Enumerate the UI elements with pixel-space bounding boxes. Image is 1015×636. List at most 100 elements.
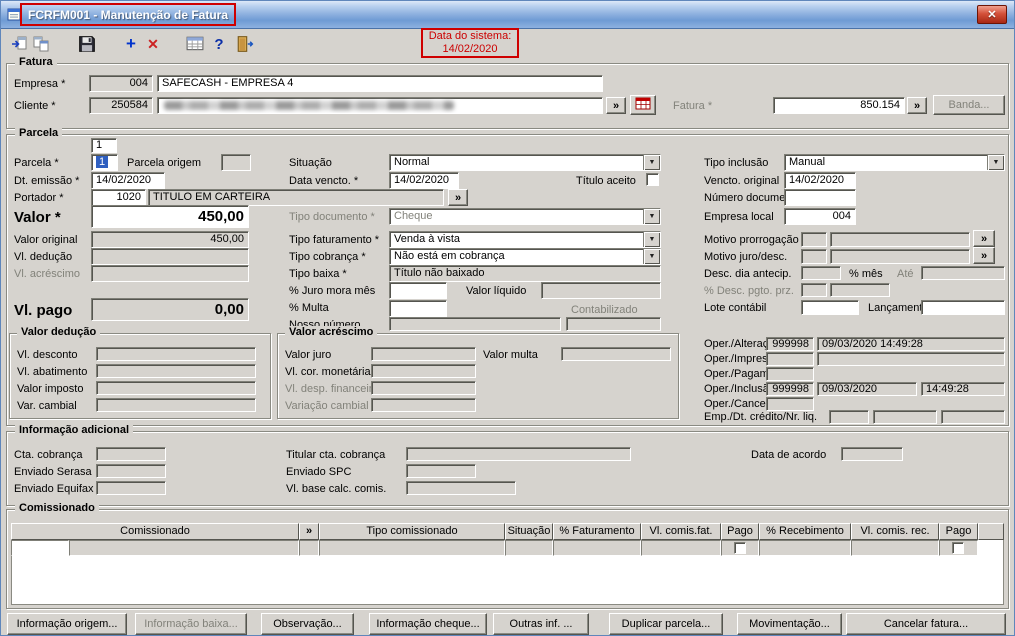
informacao-cheque-button[interactable]: Informação cheque...: [369, 613, 487, 635]
grid-row-edit-cell[interactable]: [11, 540, 69, 556]
parcela-legend: Parcela: [15, 127, 63, 140]
data-acordo-field: [841, 447, 903, 461]
vl-pago-label: Vl. pago: [14, 302, 73, 319]
oper-impressao-datetime-field: [817, 352, 1005, 366]
vl-abatimento-field: [96, 364, 256, 378]
vencto-original-field[interactable]: 14/02/2020: [784, 172, 856, 189]
valor-label: Valor *: [14, 209, 61, 226]
cta-cobranca-label: Cta. cobrança: [14, 449, 83, 461]
fatura-lookup-button[interactable]: »: [907, 97, 927, 114]
save-icon[interactable]: [75, 32, 99, 56]
comissionado-legend: Comissionado: [15, 502, 99, 515]
valor-field[interactable]: 450,00: [91, 205, 249, 228]
help-icon[interactable]: ?: [207, 32, 231, 56]
situacao-label: Situação: [289, 157, 332, 169]
cta-cobranca-field: [96, 447, 166, 461]
banda-button: Banda...: [933, 95, 1005, 115]
vl-deducao-field: [91, 248, 249, 265]
cliente-code-field: 250584: [89, 97, 153, 114]
valor-juro-field: [371, 347, 476, 361]
valor-imposto-label: Valor imposto: [17, 383, 84, 395]
record-copy-icon[interactable]: [29, 32, 53, 56]
browse-grid-icon[interactable]: [183, 32, 207, 56]
informacao-origem-button[interactable]: Informação origem...: [7, 613, 127, 635]
variacao-cambial-field: [371, 398, 476, 412]
cliente-lookup-button[interactable]: »: [606, 97, 626, 114]
lote-contabil-field[interactable]: [801, 300, 859, 315]
multa-field[interactable]: [389, 300, 447, 317]
add-icon[interactable]: +: [119, 32, 143, 56]
oper-inclusao-user-field: 999998: [766, 382, 814, 396]
vl-deducao-label: Vl. dedução: [14, 251, 73, 263]
vl-desp-financeira-label: Vl. desp. financeira: [285, 383, 379, 395]
vl-desp-financeira-field: [371, 381, 476, 395]
client-card-button[interactable]: [630, 95, 656, 115]
valor-liquido-field: [541, 282, 661, 299]
numero-documento-field[interactable]: [784, 189, 856, 206]
enviado-spc-field: [406, 464, 476, 478]
grid-header-vl-comis-rec: Vl. comis. rec.: [851, 523, 939, 540]
portador-lookup-button[interactable]: »: [448, 189, 468, 206]
valor-juro-label: Valor juro: [285, 349, 332, 361]
nosso-numero-field: [389, 317, 561, 331]
lote-contabil-label: Lote contábil: [704, 302, 767, 314]
fatura-legend: Fatura: [15, 56, 57, 69]
record-navigate-icon[interactable]: [7, 32, 31, 56]
portador-code-field[interactable]: 1020: [91, 189, 146, 206]
titulo-aceito-label: Título aceito: [576, 175, 636, 187]
pct-desc-pgto-field2: [830, 283, 890, 297]
oper-alteracao-user-field: 999998: [766, 337, 814, 351]
valor-acrescimo-legend: Valor acréscimo: [285, 326, 378, 339]
grid-row-pago-fat-checkbox[interactable]: [734, 542, 746, 554]
empresa-local-field[interactable]: 004: [784, 208, 856, 225]
data-vencto-field[interactable]: 14/02/2020: [389, 172, 459, 189]
tipo-inclusao-label: Tipo inclusão: [704, 157, 769, 169]
fatura-group: [6, 63, 1009, 129]
outras-inf-button[interactable]: Outras inf. ...: [493, 613, 589, 635]
juro-mora-field[interactable]: [389, 282, 447, 299]
titular-label: Titular cta. cobrança: [286, 449, 386, 461]
grid-header-pct-recebimento: % Recebimento: [759, 523, 851, 540]
grid-row-vl-fat-cell: [641, 540, 721, 556]
grid-header-tipo-comissionado: Tipo comissionado: [319, 523, 505, 540]
cancelar-fatura-button[interactable]: Cancelar fatura...: [846, 613, 1006, 635]
dt-emissao-field[interactable]: 14/02/2020: [91, 172, 165, 189]
contabilizado-label: Contabilizado: [571, 304, 638, 316]
delete-icon[interactable]: ✕: [141, 32, 165, 56]
motivo-juro-lookup-button[interactable]: »: [973, 247, 995, 264]
comissionado-lookup-button[interactable]: »: [299, 523, 319, 540]
tipo-documento-label: Tipo documento *: [289, 211, 375, 223]
situacao-select[interactable]: Normal: [389, 154, 661, 171]
redacted-client-name: [164, 101, 454, 110]
observacao-button[interactable]: Observação...: [261, 613, 354, 635]
dt-credito-field: [873, 410, 937, 424]
pct-desc-pgto-field1: [801, 283, 827, 297]
ate-field: [921, 266, 1005, 280]
lancamento-field[interactable]: [921, 300, 1005, 315]
grid-header-pago-fat: Pago: [721, 523, 759, 540]
data-vencto-label: Data vencto. *: [289, 175, 359, 187]
grid-row-lookup-cell: [299, 540, 319, 556]
titulo-aceito-checkbox[interactable]: [646, 173, 659, 186]
tipo-cobranca-select[interactable]: Não está em cobrança: [389, 248, 661, 265]
tipo-baixa-field: Título não baixado: [389, 265, 661, 282]
movimentacao-button[interactable]: Movimentação...: [737, 613, 842, 635]
tipo-faturamento-select[interactable]: Venda à vista: [389, 231, 661, 248]
valor-deducao-legend: Valor dedução: [17, 326, 101, 339]
grid-row-vl-rec-cell: [851, 540, 939, 556]
grid-row-pago-rec-checkbox[interactable]: [952, 542, 964, 554]
grid-header-situacao: Situação: [505, 523, 553, 540]
vl-desconto-field: [96, 347, 256, 361]
oper-impressao-user-field: [766, 352, 814, 366]
parcela-field[interactable]: 1: [91, 154, 118, 171]
close-button[interactable]: ✕: [977, 5, 1007, 24]
tipo-inclusao-select[interactable]: Manual: [784, 154, 1005, 171]
vl-base-label: Vl. base calc. comis.: [286, 483, 387, 495]
empresa-code-field: 004: [89, 75, 153, 92]
motivo-prorrogacao-lookup-button[interactable]: »: [973, 230, 995, 247]
exit-door-icon[interactable]: [233, 32, 257, 56]
duplicar-parcela-button[interactable]: Duplicar parcela...: [609, 613, 723, 635]
parcela-tab[interactable]: 1: [91, 138, 117, 153]
enviado-serasa-field: [96, 464, 166, 478]
data-acordo-label: Data de acordo: [751, 449, 827, 461]
